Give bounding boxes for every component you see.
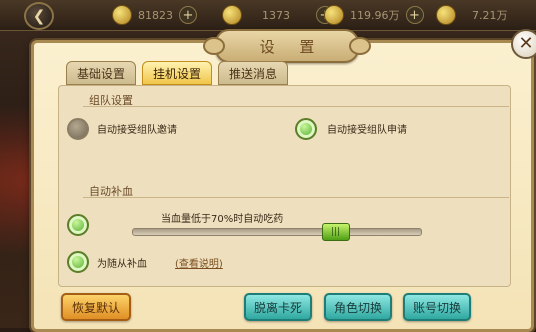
switch-account-button[interactable]: 账号切换 — [403, 293, 471, 321]
add-copper-button[interactable]: + — [405, 6, 424, 24]
auto-accept-invite-toggle[interactable] — [67, 118, 89, 140]
add-gold-button[interactable]: + — [179, 6, 197, 24]
resource-silver: 1373 + — [222, 5, 334, 25]
resource-gold: 81823 + — [112, 5, 197, 25]
dialog-title: 设 置 — [259, 37, 325, 56]
settings-tabs: 基础设置 挂机设置 推送消息 — [66, 61, 289, 85]
tab-push-messages[interactable]: 推送消息 — [218, 61, 289, 85]
top-resource-bar: ❮ 81823 + 1373 + 119.96万 + 7.21万 — [0, 0, 536, 31]
resource-gourd: 7.21万 — [436, 5, 508, 25]
resource-copper-value: 119.96万 — [350, 9, 400, 22]
resource-copper: 119.96万 + — [324, 5, 424, 25]
heal-divider — [83, 197, 509, 198]
follower-heal-label: 为随从补血 — [97, 259, 147, 270]
auto-accept-apply-label: 自动接受组队申请 — [327, 125, 407, 136]
resource-gold-value: 81823 — [138, 8, 173, 22]
heal-threshold-label: 当血量低于70%时自动吃药 — [161, 214, 284, 225]
slider-handle[interactable]: ||| — [321, 223, 350, 241]
team-divider — [83, 106, 509, 107]
back-arrow-icon[interactable]: ❮ — [24, 2, 54, 30]
gold-ingot-icon — [112, 5, 132, 25]
silver-icon — [222, 5, 242, 25]
reset-defaults-button[interactable]: 恢复默认 — [61, 293, 131, 321]
close-icon[interactable]: ✕ — [511, 29, 536, 59]
resource-silver-value: 1373 — [262, 8, 290, 22]
auto-accept-apply-toggle[interactable] — [295, 118, 317, 140]
help-link[interactable]: (查看说明) — [175, 255, 223, 270]
dialog-title-plate: 设 置 — [203, 29, 371, 63]
copper-coin-icon — [324, 5, 344, 25]
settings-dialog: 设 置 ✕ 基础设置 挂机设置 推送消息 组队设置 自动接受组队邀请 自动接受组… — [31, 29, 536, 332]
switch-role-button[interactable]: 角色切换 — [324, 293, 392, 321]
resource-gourd-value: 7.21万 — [472, 9, 508, 22]
auto-accept-invite-label: 自动接受组队邀请 — [97, 125, 177, 136]
unstuck-button[interactable]: 脱离卡死 — [244, 293, 312, 321]
follower-heal-toggle[interactable] — [67, 251, 89, 273]
idle-settings-panel: 组队设置 自动接受组队邀请 自动接受组队申请 自动补血 当血量低于70%时自动吃… — [58, 85, 511, 287]
auto-heal-toggle[interactable] — [67, 214, 89, 236]
tab-idle-settings[interactable]: 挂机设置 — [142, 61, 213, 85]
gourd-icon — [436, 5, 456, 25]
heal-threshold-slider[interactable]: ||| — [132, 223, 422, 241]
tab-basic-settings[interactable]: 基础设置 — [66, 61, 137, 85]
